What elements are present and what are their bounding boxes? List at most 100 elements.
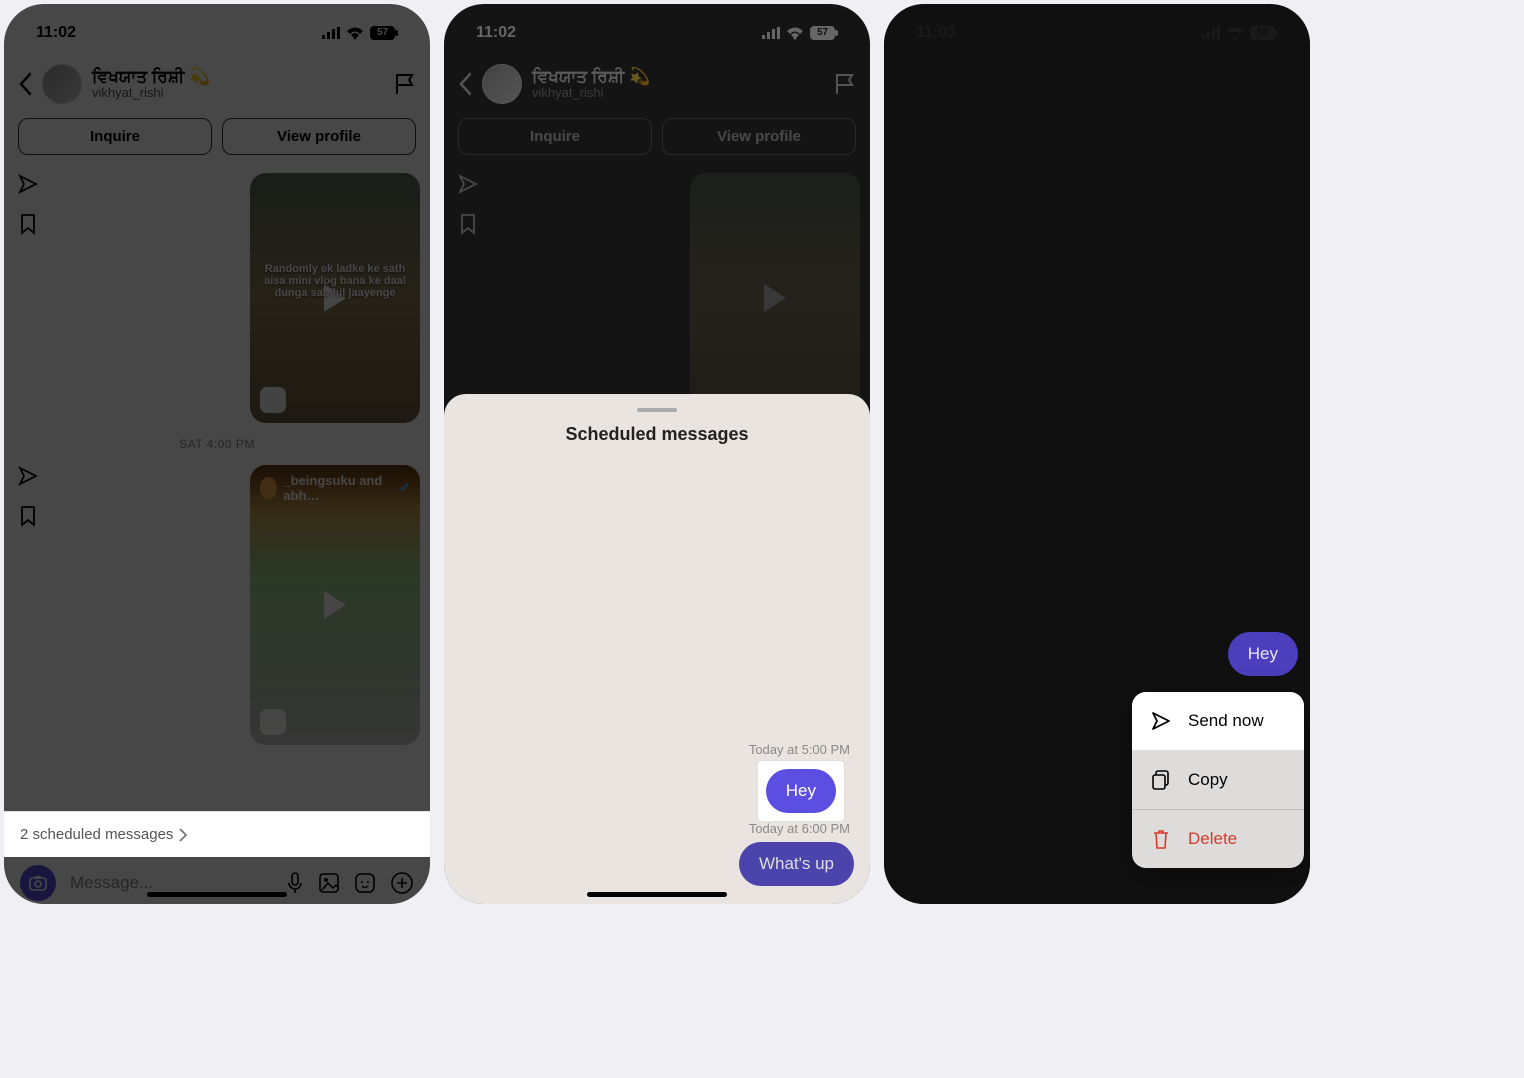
phone-screenshot-1: 11:02 57 ਵਿਖਯਾਤ ਰਿਸ਼ੀ 💫 vikhyat_rishi xyxy=(4,4,430,904)
chat-header: ਵਿਖਯਾਤ ਰਿਸ਼ੀ 💫 vikhyat_rishi xyxy=(4,54,430,114)
flag-icon[interactable] xyxy=(394,72,416,96)
highlighted-bubble: Hey xyxy=(758,761,844,821)
bookmark-icon[interactable] xyxy=(19,505,37,527)
reels-icon xyxy=(260,387,286,413)
bookmark-icon[interactable] xyxy=(19,213,37,235)
trash-icon xyxy=(1150,828,1172,850)
chevron-right-icon xyxy=(179,828,187,842)
scheduled-message-bubble[interactable]: Hey xyxy=(766,769,836,813)
menu-delete[interactable]: Delete xyxy=(1132,810,1304,868)
reel-author-avatar xyxy=(260,477,277,499)
media-side-actions xyxy=(14,465,42,527)
message-input[interactable]: Message... xyxy=(70,873,272,893)
chat-header: ਵਿਖਯਾਤ ਰਿਸ਼ੀ 💫 vikhyat_rishi xyxy=(444,54,870,114)
shared-reel xyxy=(690,173,860,423)
reels-icon xyxy=(260,709,286,735)
menu-label: Send now xyxy=(1188,711,1264,731)
status-icons: 57 xyxy=(762,26,838,40)
menu-copy[interactable]: Copy xyxy=(1132,751,1304,810)
gallery-icon[interactable] xyxy=(318,872,340,894)
reel-caption: Randomly ek ladke ke sath aisa mini vlog… xyxy=(260,263,410,299)
play-icon xyxy=(324,591,346,619)
reel-author-strip: _beingsuku and abh… ✔ xyxy=(250,465,420,511)
home-indicator xyxy=(147,892,287,897)
plus-icon[interactable] xyxy=(390,871,414,895)
view-profile-button[interactable]: View profile xyxy=(662,118,856,155)
battery-level: 57 xyxy=(810,26,835,40)
menu-label: Delete xyxy=(1188,829,1237,849)
status-time: 11:02 xyxy=(476,24,516,42)
share-icon[interactable] xyxy=(17,173,39,195)
cellular-icon xyxy=(762,27,780,39)
bookmark-icon xyxy=(459,213,477,235)
flag-icon[interactable] xyxy=(834,72,856,96)
status-bar: 11:03 56 xyxy=(884,4,1310,54)
wifi-icon xyxy=(1226,27,1244,40)
inquire-button[interactable]: Inquire xyxy=(18,118,212,155)
battery-level: 57 xyxy=(370,26,395,40)
chat-body[interactable]: Randomly ek ladke ke sath aisa mini vlog… xyxy=(4,165,430,811)
username: vikhyat_rishi xyxy=(532,86,650,101)
back-button[interactable] xyxy=(458,72,472,96)
username: vikhyat_rishi xyxy=(92,86,210,101)
sheet-grabber[interactable] xyxy=(637,408,677,412)
context-menu: Send now Copy Delete xyxy=(1132,692,1304,868)
header-button-row: Inquire View profile xyxy=(444,114,870,165)
sheet-title: Scheduled messages xyxy=(444,424,870,445)
scheduled-message-bubble[interactable]: What's up xyxy=(739,842,854,886)
menu-send-now[interactable]: Send now xyxy=(1132,692,1304,751)
header-names[interactable]: ਵਿਖਯਾਤ ਰਿਸ਼ੀ 💫 vikhyat_rishi xyxy=(92,67,210,101)
share-icon[interactable] xyxy=(17,465,39,487)
menu-label: Copy xyxy=(1188,770,1228,790)
scheduled-messages-strip[interactable]: 2 scheduled messages xyxy=(4,811,430,857)
view-profile-button[interactable]: View profile xyxy=(222,118,416,155)
inquire-button[interactable]: Inquire xyxy=(458,118,652,155)
status-icons: 56 xyxy=(1202,26,1278,40)
battery-icon: 56 xyxy=(1250,26,1278,40)
media-side-actions xyxy=(14,173,42,235)
display-name: ਵਿਖਯਾਤ ਰਿਸ਼ੀ 💫 xyxy=(92,67,210,87)
shared-reel[interactable]: Randomly ek ladke ke sath aisa mini vlog… xyxy=(250,173,420,423)
shared-media-row: _beingsuku and abh… ✔ xyxy=(14,465,420,745)
battery-icon: 57 xyxy=(370,26,398,40)
status-bar: 11:02 57 xyxy=(444,4,870,54)
battery-level: 56 xyxy=(1250,26,1275,40)
battery-icon: 57 xyxy=(810,26,838,40)
shared-reel[interactable]: _beingsuku and abh… ✔ xyxy=(250,465,420,745)
scheduled-time: Today at 6:00 PM xyxy=(460,821,850,836)
status-bar: 11:02 57 xyxy=(4,4,430,54)
cellular-icon xyxy=(322,27,340,39)
home-indicator xyxy=(587,892,727,897)
copy-icon xyxy=(1150,769,1172,791)
wifi-icon xyxy=(786,27,804,40)
scheduled-list: Today at 5:00 PM Hey Today at 6:00 PM Wh… xyxy=(444,736,870,886)
display-name: ਵਿਖਯਾਤ ਰਿਸ਼ੀ 💫 xyxy=(532,67,650,87)
timestamp: SAT 4:00 PM xyxy=(14,437,420,451)
verified-icon: ✔ xyxy=(399,480,410,496)
phone-screenshot-3: 11:03 56 Hey Send now Copy xyxy=(884,4,1310,904)
scheduled-messages-label: 2 scheduled messages xyxy=(20,826,173,843)
scheduled-time: Today at 5:00 PM xyxy=(460,742,850,757)
header-button-row: Inquire View profile xyxy=(4,114,430,165)
sticker-icon[interactable] xyxy=(354,872,376,894)
play-icon xyxy=(764,284,786,312)
camera-button[interactable] xyxy=(20,865,56,901)
message-bubble[interactable]: Hey xyxy=(1228,632,1298,676)
status-time: 11:03 xyxy=(916,24,956,42)
shared-media-row: Randomly ek ladke ke sath aisa mini vlog… xyxy=(14,173,420,423)
send-icon xyxy=(1150,710,1172,732)
selected-message: Hey xyxy=(1228,632,1298,676)
mic-icon[interactable] xyxy=(286,871,304,895)
avatar[interactable] xyxy=(482,64,522,104)
chat-body xyxy=(444,165,870,431)
scheduled-messages-sheet[interactable]: Scheduled messages Today at 5:00 PM Hey … xyxy=(444,394,870,904)
status-time: 11:02 xyxy=(36,24,76,42)
reel-author-name: _beingsuku and abh… xyxy=(283,473,393,503)
wifi-icon xyxy=(346,27,364,40)
avatar[interactable] xyxy=(42,64,82,104)
share-icon xyxy=(457,173,479,195)
phone-screenshot-2: 11:02 57 ਵਿਖਯਾਤ ਰਿਸ਼ੀ 💫 vikhyat_rishi In… xyxy=(444,4,870,904)
cellular-icon xyxy=(1202,27,1220,39)
status-icons: 57 xyxy=(322,26,398,40)
back-button[interactable] xyxy=(18,72,32,96)
